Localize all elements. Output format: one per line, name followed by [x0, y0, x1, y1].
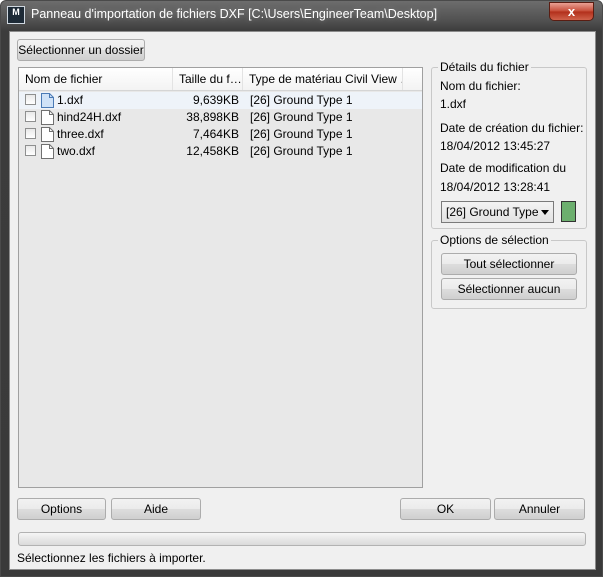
- material-type-selected: [26] Ground Type 1: [446, 205, 540, 219]
- file-details-legend: Détails du fichier: [438, 60, 531, 74]
- dxf-file-icon: [41, 93, 54, 108]
- file-icon: [41, 110, 54, 125]
- dialog-client-area: Sélectionner un dossier Nom de fichier T…: [9, 31, 596, 570]
- filename-value: 1.dxf: [440, 97, 467, 111]
- status-text: Sélectionnez les fichiers à importer.: [17, 551, 206, 565]
- file-name-cell: 1.dxf: [57, 93, 84, 107]
- material-color-swatch[interactable]: [561, 201, 576, 222]
- file-details-group: Détails du fichier Nom du fichier: 1.dxf…: [431, 60, 587, 229]
- file-list-row[interactable]: three.dxf 7,464KB [26] Ground Type 1: [19, 126, 422, 143]
- select-all-button[interactable]: Tout sélectionner: [441, 253, 577, 275]
- ok-button[interactable]: OK: [400, 498, 491, 520]
- app-icon-letter: M: [12, 7, 20, 17]
- file-checkbox[interactable]: [25, 111, 36, 122]
- creation-date-value: 18/04/2012 13:45:27: [440, 139, 551, 153]
- file-name-cell: two.dxf: [57, 144, 96, 158]
- file-icon: [41, 144, 54, 159]
- file-name-cell: hind24H.dxf: [57, 110, 122, 124]
- help-button[interactable]: Aide: [111, 498, 201, 520]
- material-type-cell: [26] Ground Type 1: [250, 127, 353, 141]
- close-icon: x: [567, 4, 576, 19]
- column-header-filename[interactable]: Nom de fichier: [19, 68, 173, 90]
- file-list-row[interactable]: hind24H.dxf 38,898KB [26] Ground Type 1: [19, 109, 422, 126]
- file-size-cell: 12,458KB: [186, 144, 239, 158]
- material-type-cell: [26] Ground Type 1: [250, 110, 353, 124]
- title-bar[interactable]: M Panneau d'importation de fichiers DXF …: [1, 1, 602, 29]
- select-none-button[interactable]: Sélectionner aucun: [441, 278, 577, 300]
- material-type-dropdown[interactable]: [26] Ground Type 1: [441, 201, 554, 223]
- window-title: Panneau d'importation de fichiers DXF [C…: [31, 7, 438, 21]
- file-list-header: Nom de fichier Taille du f… Type de maté…: [19, 68, 422, 91]
- file-checkbox[interactable]: [25, 94, 36, 105]
- column-header-material-type[interactable]: Type de matériau Civil View …: [243, 68, 403, 90]
- dialog-window: M Panneau d'importation de fichiers DXF …: [0, 0, 603, 577]
- material-type-cell: [26] Ground Type 1: [250, 93, 353, 107]
- filename-label: Nom du fichier:: [440, 79, 521, 93]
- modification-date-value: 18/04/2012 13:28:41: [440, 180, 551, 194]
- file-icon: [41, 127, 54, 142]
- chevron-down-icon: [541, 210, 549, 215]
- cancel-button[interactable]: Annuler: [494, 498, 585, 520]
- import-progress-bar: [18, 532, 586, 546]
- close-button[interactable]: x: [549, 2, 594, 21]
- options-button[interactable]: Options: [17, 498, 106, 520]
- file-checkbox[interactable]: [25, 145, 36, 156]
- file-size-cell: 7,464KB: [192, 127, 239, 141]
- file-size-cell: 38,898KB: [186, 110, 239, 124]
- material-type-cell: [26] Ground Type 1: [250, 144, 353, 158]
- file-list[interactable]: Nom de fichier Taille du f… Type de maté…: [18, 67, 423, 488]
- selection-options-legend: Options de sélection: [438, 233, 551, 247]
- file-checkbox[interactable]: [25, 128, 36, 139]
- app-icon[interactable]: M: [7, 6, 25, 24]
- select-folder-button[interactable]: Sélectionner un dossier: [17, 39, 145, 61]
- column-header-size[interactable]: Taille du f…: [173, 68, 243, 90]
- modification-date-label: Date de modification du: [440, 161, 567, 175]
- file-size-cell: 9,639KB: [192, 93, 239, 107]
- creation-date-label: Date de création du fichier:: [440, 121, 584, 135]
- file-list-row[interactable]: 1.dxf 9,639KB [26] Ground Type 1: [19, 92, 422, 109]
- file-name-cell: three.dxf: [57, 127, 104, 141]
- selection-options-group: Options de sélection Tout sélectionner S…: [431, 233, 587, 309]
- file-list-row[interactable]: two.dxf 12,458KB [26] Ground Type 1: [19, 143, 422, 160]
